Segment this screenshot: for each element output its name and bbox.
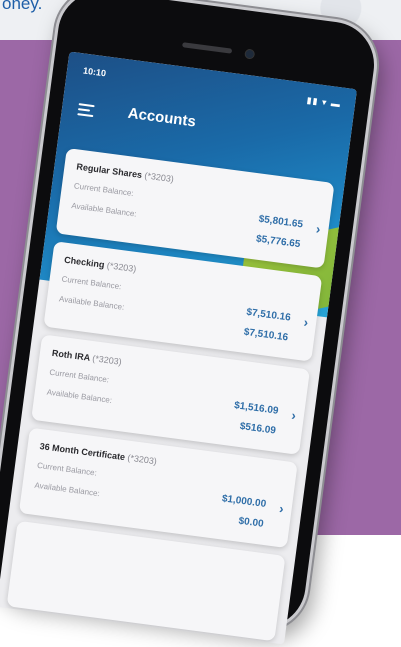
available-balance-value: $516.09 [239, 420, 277, 437]
available-balance-value: $7,510.16 [243, 326, 289, 344]
front-camera [244, 48, 256, 60]
current-balance-label: Current Balance: [48, 367, 110, 385]
app-screen: 10:10 ▮▮ ▾ ▬ Accounts Regular Shares (*3… [0, 51, 358, 645]
current-balance-label: Current Balance: [61, 274, 122, 292]
hamburger-menu-icon[interactable] [77, 103, 95, 118]
account-name: Regular Shares (*3203) [75, 161, 175, 185]
current-balance-value: $1,000.00 [221, 493, 267, 510]
current-balance-value: $7,510.16 [245, 306, 292, 324]
chevron-right-icon[interactable]: › [291, 408, 297, 423]
current-balance-label: Current Balance: [73, 181, 135, 199]
account-name: Roth IRA (*3203) [51, 347, 123, 367]
available-balance-value: $0.00 [237, 515, 265, 530]
chevron-right-icon[interactable]: › [315, 221, 321, 236]
speaker-grille [182, 42, 233, 54]
available-balance-label: Available Balance: [58, 294, 125, 312]
chevron-right-icon[interactable]: › [303, 314, 309, 329]
available-balance-value: $5,776.65 [255, 233, 301, 251]
phone-device: 10:10 ▮▮ ▾ ▬ Accounts Regular Shares (*3… [0, 0, 383, 645]
account-number: (*3203) [106, 260, 137, 275]
current-balance-value: $1,516.09 [233, 400, 280, 417]
available-balance-label: Available Balance: [70, 201, 138, 219]
chevron-right-icon[interactable]: › [278, 501, 284, 516]
current-balance-label: Current Balance: [36, 460, 98, 478]
account-number: (*3203) [126, 452, 158, 467]
available-balance-label: Available Balance: [46, 387, 113, 405]
available-balance-label: Available Balance: [34, 480, 101, 499]
account-number: (*3203) [143, 170, 175, 185]
account-name: Checking (*3203) [63, 254, 137, 275]
tagline-text: oney. [2, 0, 43, 13]
account-number: (*3203) [91, 353, 123, 367]
current-balance-value: $5,801.65 [258, 213, 304, 231]
